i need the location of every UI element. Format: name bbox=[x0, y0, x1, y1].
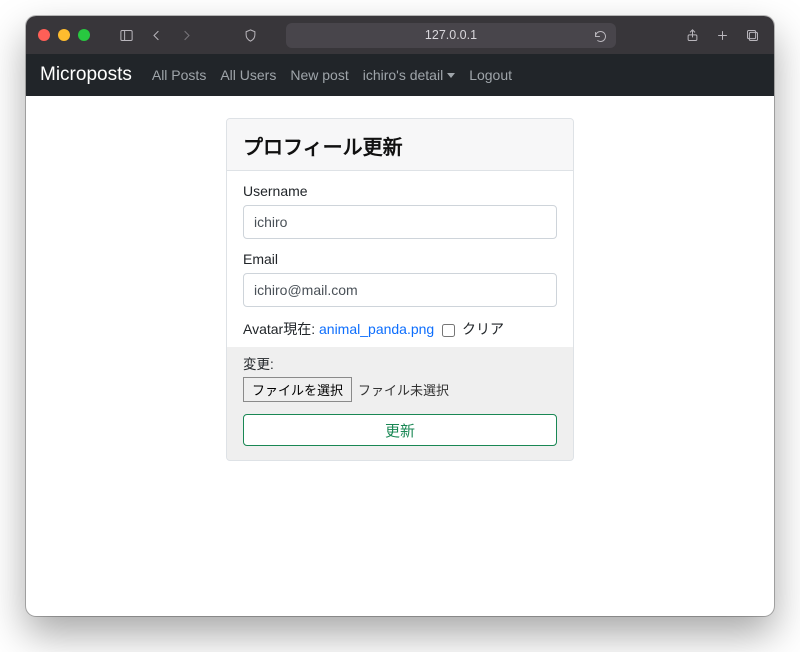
address-bar[interactable]: 127.0.0.1 bbox=[286, 23, 616, 48]
close-window-button[interactable] bbox=[38, 29, 50, 41]
file-status: ファイル未選択 bbox=[358, 380, 449, 399]
card-body: Username Email Avatar現在: animal_panda.pn… bbox=[227, 171, 573, 347]
back-button[interactable] bbox=[146, 25, 166, 45]
file-select-button[interactable]: ファイルを選択 bbox=[243, 377, 352, 402]
file-row: ファイルを選択 ファイル未選択 bbox=[243, 377, 557, 402]
username-group: Username bbox=[243, 183, 557, 239]
brand[interactable]: Microposts bbox=[40, 64, 132, 86]
avatar-current-line: Avatar現在: animal_panda.png クリア bbox=[243, 319, 557, 347]
avatar-current-label: 現在: bbox=[283, 321, 315, 337]
forward-button[interactable] bbox=[176, 25, 196, 45]
shield-icon[interactable] bbox=[240, 25, 260, 45]
email-group: Email bbox=[243, 251, 557, 307]
address-text: 127.0.0.1 bbox=[425, 28, 477, 42]
nav-new-post-label: New post bbox=[290, 67, 348, 83]
reload-icon[interactable] bbox=[590, 27, 610, 47]
username-input[interactable] bbox=[243, 205, 557, 239]
email-label: Email bbox=[243, 251, 557, 267]
avatar-clear-checkbox[interactable] bbox=[442, 324, 455, 337]
browser-titlebar: 127.0.0.1 bbox=[26, 16, 774, 54]
page-content: プロフィール更新 Username Email Avatar現在: animal… bbox=[26, 96, 774, 461]
avatar-change-label: 変更: bbox=[243, 353, 557, 373]
new-tab-icon[interactable] bbox=[712, 25, 732, 45]
username-label: Username bbox=[243, 183, 557, 199]
app-navbar: Microposts All Posts All Users New post … bbox=[26, 54, 774, 96]
share-icon[interactable] bbox=[682, 25, 702, 45]
browser-window: 127.0.0.1 Microposts All Posts All Users… bbox=[26, 16, 774, 616]
nav-logout[interactable]: Logout bbox=[469, 67, 512, 83]
minimize-window-button[interactable] bbox=[58, 29, 70, 41]
tabs-overview-icon[interactable] bbox=[742, 25, 762, 45]
nav-user-detail-label: ichiro's detail bbox=[363, 67, 444, 83]
card-header: プロフィール更新 bbox=[227, 119, 573, 171]
nav-all-posts-label: All Posts bbox=[152, 67, 206, 83]
window-controls bbox=[38, 29, 90, 41]
page-title: プロフィール更新 bbox=[243, 131, 557, 160]
nav-all-users-label: All Users bbox=[220, 67, 276, 83]
avatar-label-prefix: Avatar bbox=[243, 321, 283, 337]
profile-card: プロフィール更新 Username Email Avatar現在: animal… bbox=[226, 118, 574, 461]
nav-all-users[interactable]: All Users bbox=[220, 67, 276, 83]
email-input[interactable] bbox=[243, 273, 557, 307]
nav-logout-label: Logout bbox=[469, 67, 512, 83]
avatar-current-link[interactable]: animal_panda.png bbox=[319, 321, 434, 337]
card-footer: 変更: ファイルを選択 ファイル未選択 更新 bbox=[227, 347, 573, 460]
nav-all-posts[interactable]: All Posts bbox=[152, 67, 206, 83]
sidebar-toggle-icon[interactable] bbox=[116, 25, 136, 45]
nav-user-detail[interactable]: ichiro's detail bbox=[363, 67, 456, 83]
nav-new-post[interactable]: New post bbox=[290, 67, 348, 83]
chevron-down-icon bbox=[447, 73, 455, 78]
submit-button[interactable]: 更新 bbox=[243, 414, 557, 446]
maximize-window-button[interactable] bbox=[78, 29, 90, 41]
avatar-clear-label: クリア bbox=[462, 321, 504, 337]
